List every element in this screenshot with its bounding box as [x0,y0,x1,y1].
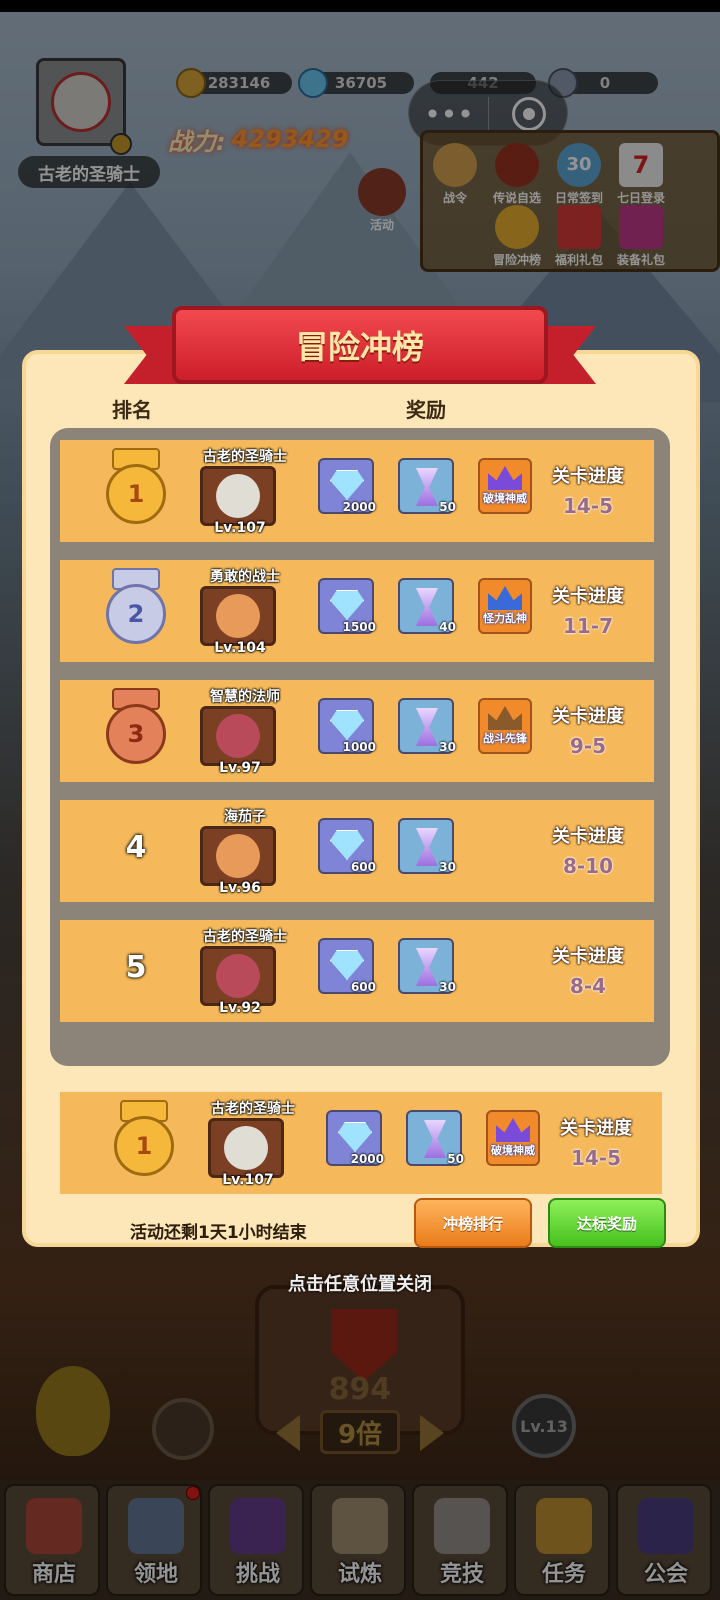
progress-value: 8-4 [569,974,607,998]
diamond-icon [330,590,364,620]
progress-label: 关卡进度 [552,466,624,487]
hourglass-icon [416,948,438,986]
player-level: Lv.92 [219,1000,261,1016]
diamond-reward[interactable]: 1000 [318,698,376,754]
progress-value: 9-5 [569,734,607,758]
player-level: Lv.104 [214,640,266,656]
crown-icon [496,1118,530,1142]
title-reward[interactable]: 怪力乱神 [478,578,532,634]
diamond-reward[interactable]: 1500 [318,578,376,634]
progress-label: 关卡进度 [552,826,624,847]
hourglass-reward[interactable]: 50 [406,1110,464,1166]
hourglass-reward[interactable]: 30 [398,698,456,754]
title-reward[interactable]: 破境神威 [478,458,532,514]
hourglass-icon [416,468,438,506]
hero-portrait[interactable] [200,706,276,766]
hourglass-reward[interactable]: 30 [398,938,456,994]
player-name: 古老的圣骑士 [203,449,287,465]
progress-value: 14-5 [562,494,614,518]
diamond-icon [330,470,364,500]
milestone-reward-button[interactable]: 达标奖励 [548,1198,666,1248]
column-rank: 排名 [112,398,152,422]
progress-value: 14-5 [570,1146,622,1170]
leaderboard-row: 1 古老的圣骑士 Lv.107 2000 50 破境神威 关卡进度 14-5 [60,440,654,542]
player-name: 古老的圣骑士 [203,929,287,945]
rank-number: 5 [125,950,147,985]
silver-medal-icon: 2 [104,568,168,654]
title-reward[interactable]: 战斗先锋 [478,698,532,754]
hourglass-icon [416,828,438,866]
leaderboard-row: 2 勇敢的战士 Lv.104 1500 40 怪力乱神 关卡进度 11-7 [60,560,654,662]
leaderboard-row: 3 智慧的法师 Lv.97 1000 30 战斗先锋 关卡进度 9-5 [60,680,654,782]
title-reward[interactable]: 破境神威 [486,1110,540,1166]
my-rank-row: 1 古老的圣骑士 Lv.107 2000 50 破境神威 关卡进度 14-5 [60,1092,662,1194]
diamond-reward[interactable]: 600 [318,938,376,994]
diamond-icon [330,950,364,980]
diamond-reward[interactable]: 2000 [318,458,376,514]
hourglass-icon [416,588,438,626]
hourglass-icon [424,1120,446,1158]
progress-label: 关卡进度 [560,1118,632,1139]
player-level: Lv.107 [222,1172,274,1188]
player-name: 勇敢的战士 [210,569,280,585]
rank-number: 4 [125,830,147,865]
progress-value: 11-7 [562,614,614,638]
progress-label: 关卡进度 [552,946,624,967]
hourglass-icon [416,708,438,746]
status-bar [0,0,720,12]
event-countdown: 活动还剩1天1小时结束 [130,1223,307,1243]
player-name: 海茄子 [224,809,266,825]
gold-medal-icon: 1 [104,448,168,534]
hero-portrait[interactable] [200,586,276,646]
rank-list-button[interactable]: 冲榜排行 [414,1198,532,1248]
bronze-medal-icon: 3 [104,688,168,774]
hero-portrait[interactable] [200,826,276,886]
diamond-reward[interactable]: 2000 [326,1110,384,1166]
diamond-reward[interactable]: 600 [318,818,376,874]
hero-portrait[interactable] [208,1118,284,1178]
progress-label: 关卡进度 [552,706,624,727]
modal-title-ribbon: 冒险冲榜 [172,306,548,384]
crown-icon [488,466,522,490]
crown-icon [488,706,522,730]
column-reward: 奖励 [406,398,446,422]
close-hint[interactable]: 点击任意位置关闭 [0,1270,720,1296]
leaderboard-row: 4 海茄子 Lv.96 600 30 关卡进度 8-10 [60,800,654,902]
crown-icon [488,586,522,610]
hero-portrait[interactable] [200,466,276,526]
gold-medal-icon: 1 [112,1100,176,1186]
hero-portrait[interactable] [200,946,276,1006]
player-name: 智慧的法师 [210,689,280,705]
diamond-icon [330,710,364,740]
player-name: 古老的圣骑士 [211,1101,295,1117]
hourglass-reward[interactable]: 30 [398,818,456,874]
leaderboard-row: 5 古老的圣骑士 Lv.92 600 30 关卡进度 8-4 [60,920,654,1022]
diamond-icon [338,1122,372,1152]
player-level: Lv.107 [214,520,266,536]
player-level: Lv.97 [219,760,261,776]
modal-title: 冒险冲榜 [295,328,424,366]
player-level: Lv.96 [219,880,261,896]
hourglass-reward[interactable]: 40 [398,578,456,634]
progress-value: 8-10 [562,854,614,878]
hourglass-reward[interactable]: 50 [398,458,456,514]
diamond-icon [330,830,364,860]
progress-label: 关卡进度 [552,586,624,607]
